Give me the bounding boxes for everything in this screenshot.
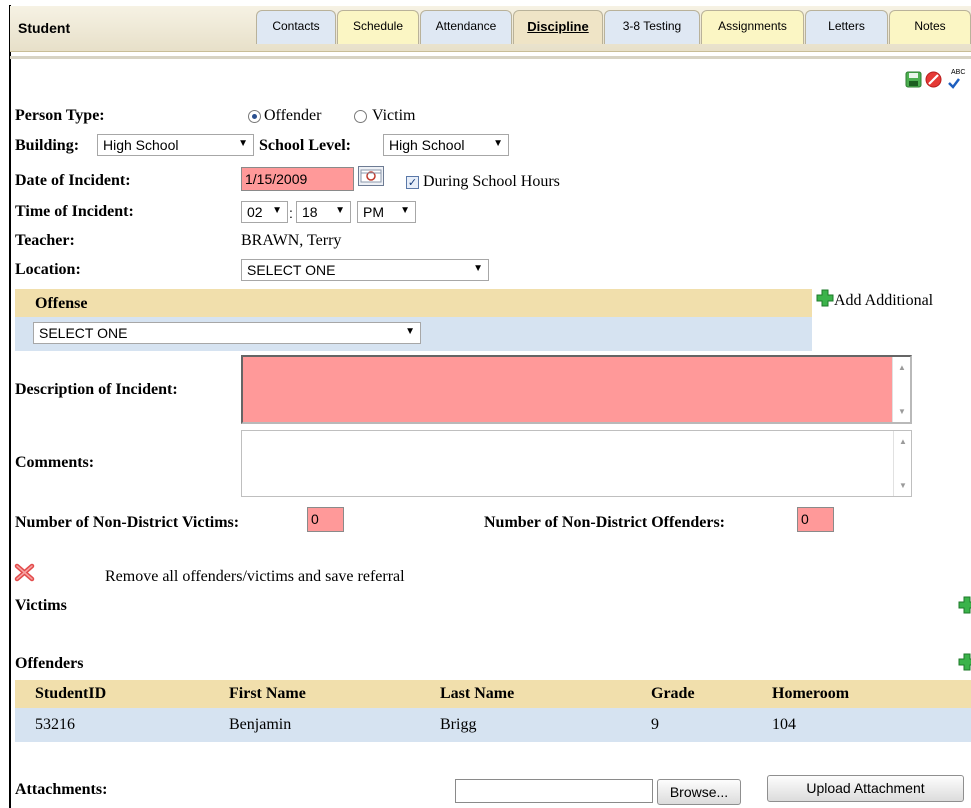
chevron-down-icon: ▼ (238, 138, 248, 149)
attachment-path-field[interactable] (455, 779, 653, 803)
date-label: Date of Incident: (15, 172, 131, 189)
offender-radio[interactable] (248, 110, 261, 123)
non-district-offenders-label: Number of Non-District Offenders: (484, 514, 725, 531)
time-separator: : (289, 205, 293, 221)
chevron-down-icon: ▼ (473, 263, 483, 274)
tab-letters[interactable]: Letters (805, 10, 888, 44)
non-district-victims-label: Number of Non-District Victims: (15, 514, 240, 531)
offender-radio-label: Offender (264, 107, 322, 124)
teacher-label: Teacher: (15, 232, 75, 249)
chevron-down-icon: ▼ (405, 326, 415, 337)
description-label: Description of Incident: (15, 381, 178, 398)
column-header-homeroom: Homeroom (772, 685, 850, 702)
remove-all-label[interactable]: Remove all offenders/victims and save re… (105, 568, 405, 586)
column-header-first-name: First Name (229, 685, 306, 702)
teacher-value: BRAWN, Terry (241, 232, 342, 249)
cell-studentid: 53216 (35, 716, 75, 733)
page-title: Student (18, 20, 71, 36)
non-district-victims-field[interactable]: 0 (307, 507, 344, 532)
hour-select[interactable]: 02 ▼ (241, 201, 288, 223)
offense-header: Offense (35, 295, 88, 312)
chevron-down-icon: ▼ (272, 205, 282, 216)
victim-radio[interactable] (354, 110, 367, 123)
tab-schedule[interactable]: Schedule (337, 10, 419, 44)
remove-all-icon[interactable] (14, 562, 36, 587)
chevron-down-icon: ▼ (400, 205, 410, 216)
location-label: Location: (15, 261, 81, 278)
chevron-down-icon: ▼ (493, 138, 503, 149)
cell-first-name: Benjamin (229, 716, 292, 733)
location-select[interactable]: SELECT ONE ▼ (241, 259, 489, 281)
building-select[interactable]: High School ▼ (97, 134, 254, 156)
minute-select[interactable]: 18 ▼ (296, 201, 351, 223)
description-scrollbar[interactable]: ▲ ▼ (892, 357, 910, 422)
chevron-down-icon: ▼ (335, 205, 345, 216)
ampm-select[interactable]: PM ▼ (357, 201, 416, 223)
table-row[interactable] (15, 708, 971, 742)
school-level-label: School Level: (259, 137, 351, 154)
add-victim-icon[interactable] (958, 596, 971, 619)
during-school-hours-label: During School Hours (423, 173, 560, 190)
column-header-studentid: StudentID (35, 685, 107, 702)
cancel-icon[interactable] (925, 71, 942, 93)
spellcheck-icon[interactable]: ABC (945, 69, 971, 91)
offense-header-band (15, 289, 812, 317)
offenders-header: Offenders (15, 655, 84, 672)
victims-header: Victims (15, 597, 67, 614)
comments-label: Comments: (15, 454, 95, 471)
tab-notes[interactable]: Notes (889, 10, 971, 44)
person-type-label: Person Type: (15, 107, 105, 124)
cell-grade: 9 (651, 716, 659, 733)
add-offender-icon[interactable] (958, 653, 971, 676)
tab-discipline[interactable]: Discipline (513, 10, 603, 44)
tab-3-8-testing[interactable]: 3-8 Testing (604, 10, 700, 44)
tab-assignments[interactable]: Assignments (701, 10, 804, 44)
cell-last-name: Brigg (440, 716, 477, 733)
browse-button[interactable]: Browse... (657, 779, 741, 805)
description-textarea[interactable]: ▲ ▼ (241, 355, 912, 424)
save-icon[interactable] (905, 71, 922, 93)
attachments-label: Attachments: (15, 781, 108, 798)
add-additional-label: Add Additional (834, 292, 934, 309)
add-additional-offense-button[interactable]: Add Additional (816, 289, 933, 310)
upload-attachment-button[interactable]: Upload Attachment (767, 775, 964, 802)
column-header-last-name: Last Name (440, 685, 515, 702)
offense-select[interactable]: SELECT ONE ▼ (33, 322, 421, 344)
cell-homeroom: 104 (772, 716, 796, 733)
plus-icon (816, 289, 834, 307)
building-label: Building: (15, 137, 80, 154)
date-field[interactable]: 1/15/2009 (241, 167, 354, 191)
header-divider (10, 56, 971, 59)
victim-radio-label: Victim (372, 107, 416, 124)
during-school-hours-checkbox[interactable]: ✓ (406, 176, 419, 189)
time-label: Time of Incident: (15, 203, 134, 220)
comments-scrollbar[interactable]: ▲ ▼ (893, 431, 911, 496)
non-district-offenders-field[interactable]: 0 (797, 507, 834, 532)
tab-contacts[interactable]: Contacts (256, 10, 336, 44)
calendar-icon[interactable] (358, 166, 384, 191)
comments-textarea[interactable]: ▲ ▼ (241, 430, 912, 497)
column-header-grade: Grade (651, 685, 695, 702)
tab-attendance[interactable]: Attendance (420, 10, 512, 44)
school-level-select[interactable]: High School ▼ (383, 134, 509, 156)
